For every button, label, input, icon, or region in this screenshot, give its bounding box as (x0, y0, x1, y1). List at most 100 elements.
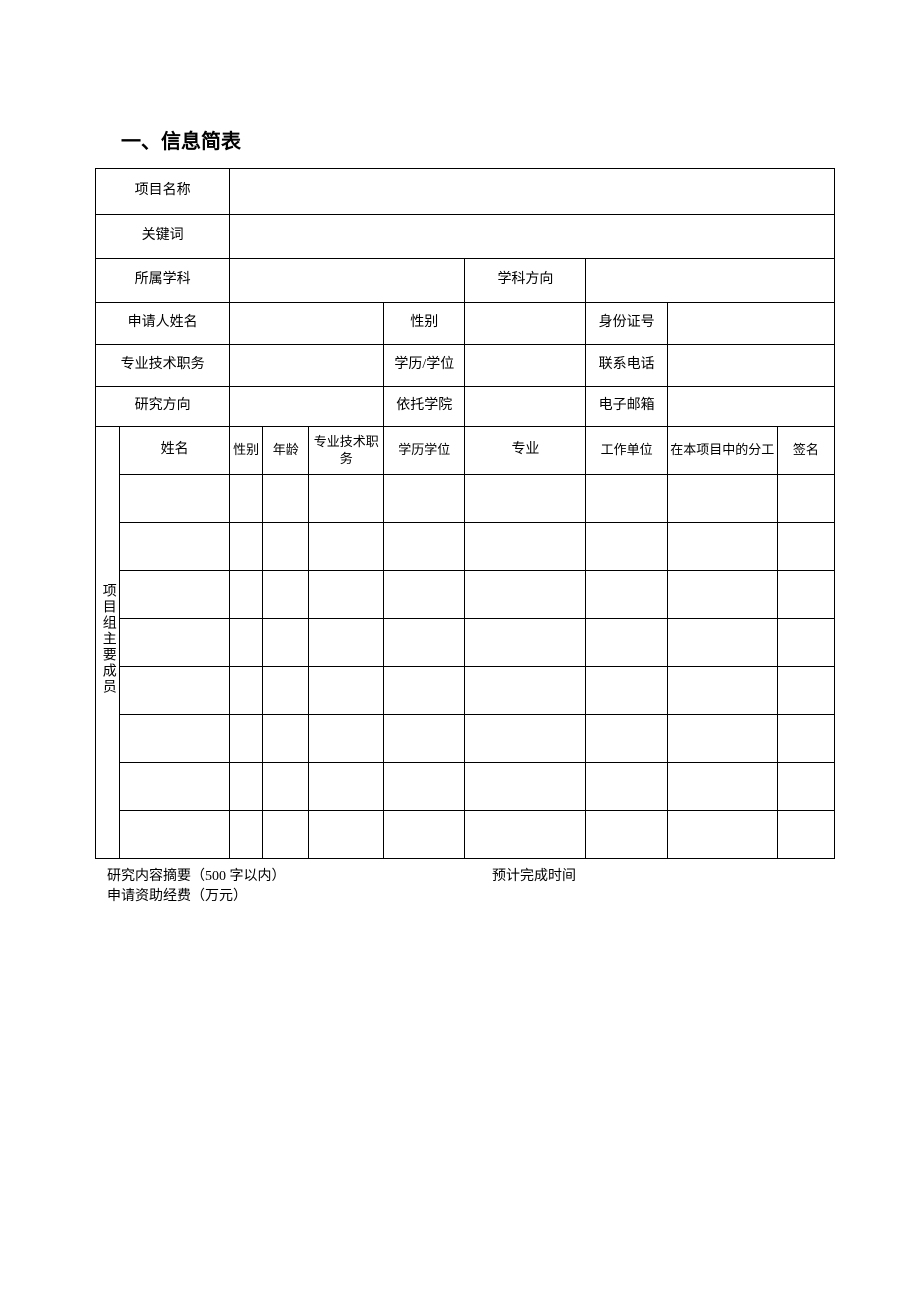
value-education-degree[interactable] (465, 345, 586, 387)
table-cell[interactable] (263, 523, 309, 571)
table-cell[interactable] (230, 571, 263, 619)
table-cell[interactable] (263, 619, 309, 667)
table-cell[interactable] (263, 571, 309, 619)
value-subject[interactable] (230, 259, 465, 303)
table-cell[interactable] (120, 619, 230, 667)
table-cell[interactable] (667, 667, 777, 715)
table-cell[interactable] (777, 571, 834, 619)
value-project-name[interactable] (230, 169, 835, 215)
table-cell[interactable] (667, 523, 777, 571)
table-cell[interactable] (586, 763, 667, 811)
label-subject-direction: 学科方向 (465, 259, 586, 303)
col-title: 专业技术职务 (309, 427, 384, 475)
table-cell[interactable] (309, 619, 384, 667)
table-cell[interactable] (667, 619, 777, 667)
value-keywords[interactable] (230, 215, 835, 259)
table-cell[interactable] (120, 571, 230, 619)
table-cell[interactable] (777, 619, 834, 667)
table-cell[interactable] (384, 811, 465, 859)
table-cell[interactable] (230, 667, 263, 715)
table-cell[interactable] (777, 475, 834, 523)
table-cell[interactable] (667, 715, 777, 763)
table-cell[interactable] (120, 475, 230, 523)
label-funding: 申请资助经费（万元） (107, 885, 835, 905)
table-cell[interactable] (120, 523, 230, 571)
label-team-members: 项目组主要成员 (96, 427, 120, 859)
table-cell[interactable] (667, 811, 777, 859)
label-professional-title: 专业技术职务 (96, 345, 230, 387)
value-research-direction[interactable] (230, 387, 384, 427)
table-cell[interactable] (667, 763, 777, 811)
value-gender[interactable] (465, 303, 586, 345)
table-cell[interactable] (263, 811, 309, 859)
table-cell[interactable] (263, 763, 309, 811)
table-cell[interactable] (309, 667, 384, 715)
table-cell[interactable] (263, 715, 309, 763)
table-cell[interactable] (586, 571, 667, 619)
table-cell[interactable] (586, 667, 667, 715)
table-cell[interactable] (586, 523, 667, 571)
table-cell[interactable] (586, 811, 667, 859)
table-cell[interactable] (465, 667, 586, 715)
table-cell[interactable] (309, 571, 384, 619)
table-cell[interactable] (309, 715, 384, 763)
table-cell[interactable] (263, 667, 309, 715)
value-id-number[interactable] (667, 303, 834, 345)
label-phone: 联系电话 (586, 345, 667, 387)
table-cell[interactable] (309, 763, 384, 811)
table-cell[interactable] (384, 763, 465, 811)
value-email[interactable] (667, 387, 834, 427)
table-cell[interactable] (384, 523, 465, 571)
table-cell[interactable] (384, 619, 465, 667)
table-cell[interactable] (120, 715, 230, 763)
table-cell[interactable] (777, 763, 834, 811)
col-sign: 签名 (777, 427, 834, 475)
table-cell[interactable] (465, 715, 586, 763)
table-cell[interactable] (384, 571, 465, 619)
table-cell[interactable] (230, 619, 263, 667)
table-cell[interactable] (309, 811, 384, 859)
table-cell[interactable] (120, 763, 230, 811)
label-education-degree: 学历/学位 (384, 345, 465, 387)
info-table: 项目名称 关键词 所属学科 学科方向 申请人姓名 性别 身份证号 专业技术职务 … (95, 168, 835, 859)
table-cell[interactable] (777, 811, 834, 859)
table-cell[interactable] (777, 667, 834, 715)
table-cell[interactable] (384, 475, 465, 523)
value-phone[interactable] (667, 345, 834, 387)
table-cell[interactable] (586, 619, 667, 667)
col-role: 在本项目中的分工 (667, 427, 777, 475)
table-cell[interactable] (465, 619, 586, 667)
table-cell[interactable] (230, 715, 263, 763)
table-cell[interactable] (230, 523, 263, 571)
table-cell[interactable] (465, 763, 586, 811)
table-cell[interactable] (120, 811, 230, 859)
value-applicant-name[interactable] (230, 303, 384, 345)
label-applicant-name: 申请人姓名 (96, 303, 230, 345)
table-cell[interactable] (777, 715, 834, 763)
value-subject-direction[interactable] (586, 259, 835, 303)
table-cell[interactable] (384, 667, 465, 715)
value-professional-title[interactable] (230, 345, 384, 387)
table-cell[interactable] (384, 715, 465, 763)
table-cell[interactable] (586, 475, 667, 523)
table-cell[interactable] (465, 571, 586, 619)
table-cell[interactable] (230, 475, 263, 523)
table-cell[interactable] (667, 571, 777, 619)
table-cell[interactable] (230, 811, 263, 859)
label-id-number: 身份证号 (586, 303, 667, 345)
table-cell[interactable] (667, 475, 777, 523)
table-cell[interactable] (120, 667, 230, 715)
table-cell[interactable] (586, 715, 667, 763)
col-major: 专业 (465, 427, 586, 475)
table-cell[interactable] (777, 523, 834, 571)
table-cell[interactable] (465, 811, 586, 859)
table-cell[interactable] (465, 523, 586, 571)
table-cell[interactable] (263, 475, 309, 523)
table-cell[interactable] (230, 763, 263, 811)
table-cell[interactable] (309, 475, 384, 523)
col-gender: 性别 (230, 427, 263, 475)
table-cell[interactable] (309, 523, 384, 571)
table-cell[interactable] (465, 475, 586, 523)
label-host-college: 依托学院 (384, 387, 465, 427)
value-host-college[interactable] (465, 387, 586, 427)
